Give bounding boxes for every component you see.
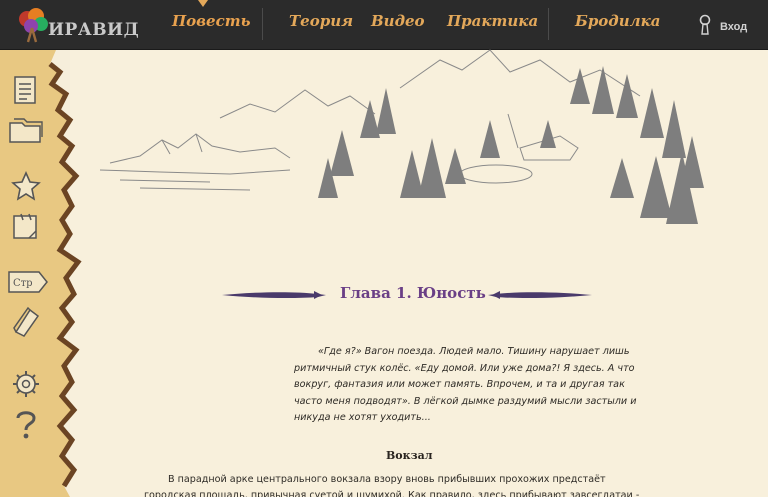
nav-tab-theory[interactable]: Теория	[289, 12, 353, 30]
quill-right-icon	[488, 291, 592, 299]
nav-tab-wander[interactable]: Бродилка	[575, 12, 661, 30]
chapter-heading: Глава 1. Юность	[222, 284, 594, 306]
nav-tab-practice[interactable]: Практика	[447, 12, 538, 30]
page-label-icon: Стр	[8, 271, 48, 293]
chapter-body-text: В парадной арке центрального вокзала взо…	[144, 474, 640, 497]
nav-tab-story[interactable]: Повесть	[172, 12, 250, 30]
nav-tab-video[interactable]: Видео	[371, 12, 425, 30]
notes-icon	[13, 213, 37, 239]
star-icon	[11, 171, 41, 201]
book-icon	[13, 306, 40, 337]
document-icon	[14, 76, 36, 104]
page-label-text: Стр	[13, 278, 33, 289]
section-title: Вокзал	[386, 449, 433, 462]
chapter-intro-text: «Где я?» Вагон поезда. Людей мало. Тишин…	[294, 346, 637, 423]
landscape-illustration	[100, 49, 704, 224]
toolbar-contents-button[interactable]	[6, 72, 46, 108]
left-toolbar: Стр	[0, 50, 82, 497]
tree-logo-icon	[19, 8, 48, 43]
toolbar-book-button[interactable]	[6, 304, 46, 340]
chapter-title: Глава 1. Юность	[340, 284, 486, 302]
toolbar-notes-button[interactable]	[6, 208, 46, 244]
top-navigation-bar: ИРАВИД Повесть Теория Видео Практика Бро…	[0, 0, 768, 50]
login-label: Вход	[720, 21, 748, 33]
active-nav-marker	[198, 0, 208, 7]
toolbar-favorites-button[interactable]	[6, 168, 46, 204]
toolbar-folders-button[interactable]	[6, 112, 46, 148]
gear-icon	[13, 371, 39, 397]
logo[interactable]: ИРАВИД	[14, 6, 139, 44]
keyhole-icon	[699, 14, 711, 35]
nav-separator	[548, 8, 549, 40]
toolbar-help-button[interactable]	[6, 406, 46, 442]
toolbar-settings-button[interactable]	[6, 366, 46, 402]
quill-left-icon	[222, 291, 326, 299]
logo-text: ИРАВИД	[48, 20, 140, 40]
folders-icon	[9, 118, 43, 143]
nav-separator	[262, 8, 263, 40]
help-icon	[16, 411, 36, 439]
toolbar-page-button[interactable]: Стр	[6, 264, 52, 300]
